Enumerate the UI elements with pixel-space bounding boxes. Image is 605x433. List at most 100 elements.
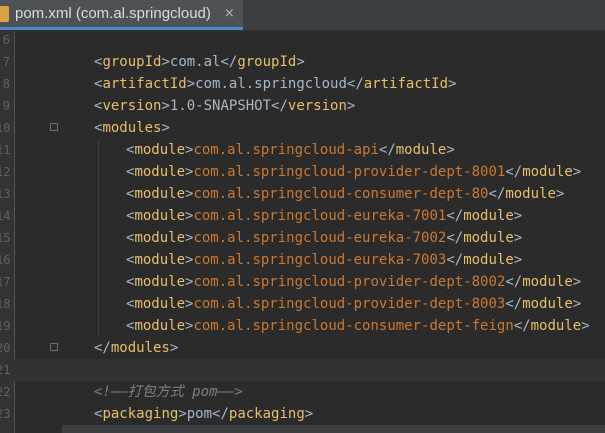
tag-name: module	[530, 318, 582, 334]
tag-name: artifactId	[102, 76, 187, 92]
tag-name: module	[463, 208, 514, 224]
line-number: 13	[0, 187, 11, 201]
line-number: 11	[0, 143, 11, 157]
tag-name: artifactId	[363, 76, 449, 92]
current-line[interactable]: 21	[0, 359, 605, 381]
tag-name: module	[522, 274, 573, 290]
code-line[interactable]: 6	[0, 31, 605, 51]
tag-name: module	[463, 230, 514, 246]
tag-name: groupId	[237, 54, 297, 70]
code-line[interactable]: 13 <module>com.al.springcloud-consumer-d…	[0, 183, 605, 205]
tag-name: module	[134, 252, 186, 268]
xml-element: <packaging>pom</packaging>	[94, 406, 314, 422]
tag-name: module	[134, 230, 186, 246]
tag-value: com.al.springcloud-api	[193, 142, 379, 158]
tag-value: com.al.springcloud-provider-dept-8002	[193, 274, 506, 290]
line-number: 18	[0, 297, 11, 311]
code-line[interactable]: 9 <version>1.0-SNAPSHOT</version>	[0, 95, 605, 117]
code-line[interactable]: 20 </modules>	[0, 337, 605, 359]
line-number: 9	[2, 99, 10, 113]
close-icon[interactable]: ×	[224, 6, 235, 21]
tag-name: packaging	[228, 406, 305, 422]
line-number: 19	[0, 319, 11, 333]
editor-tab-bar: pom.xml (com.al.springcloud) ×	[0, 0, 605, 31]
tag-value: com.al.springcloud-consumer-dept-feign	[193, 318, 514, 334]
xml-element: <module>com.al.springcloud-eureka-7001</…	[126, 208, 523, 224]
xml-element: <module>com.al.springcloud-consumer-dept…	[126, 318, 590, 334]
tag-value: com.al.springcloud-provider-dept-8001	[193, 164, 506, 180]
xml-element: <module>com.al.springcloud-eureka-7003</…	[126, 252, 523, 268]
xml-element: <version>1.0-SNAPSHOT</version>	[94, 98, 356, 114]
code-line[interactable]: 7 <groupId>com.al</groupId>	[0, 51, 605, 73]
line-number: 17	[0, 275, 11, 289]
tag-name: module	[134, 296, 186, 312]
tag-name: module	[522, 164, 573, 180]
tag-name: modules	[110, 340, 170, 356]
fold-marker-icon[interactable]	[50, 123, 58, 131]
code-line[interactable]: 14 <module>com.al.springcloud-eureka-700…	[0, 205, 605, 227]
tag-value: com.al.springcloud-eureka-7002	[193, 230, 447, 246]
xml-element: <module>com.al.springcloud-eureka-7002</…	[126, 230, 523, 246]
xml-comment: <!——打包方式 pom——>	[94, 384, 243, 400]
tag-value: com.al.springcloud-eureka-7001	[193, 208, 447, 224]
tab-pom-xml[interactable]: pom.xml (com.al.springcloud) ×	[0, 0, 243, 30]
xml-close-tag: </modules>	[94, 340, 179, 356]
line-number: 20	[0, 341, 11, 355]
code-editor[interactable]: 6 7 <groupId>com.al</groupId> 8 <artifac…	[0, 31, 605, 433]
code-line[interactable]: 19 <module>com.al.springcloud-consumer-d…	[0, 315, 605, 337]
tag-value: com.al.springcloud	[195, 76, 347, 92]
horizontal-scrollbar[interactable]	[62, 425, 605, 433]
line-number: 6	[2, 33, 10, 47]
code-line[interactable]: 8 <artifactId>com.al.springcloud</artifa…	[0, 73, 605, 95]
line-number: 23	[0, 407, 11, 421]
tag-name: module	[134, 164, 186, 180]
code-line[interactable]: 16 <module>com.al.springcloud-eureka-700…	[0, 249, 605, 271]
line-number: 10	[0, 121, 11, 135]
xml-element: <groupId>com.al</groupId>	[94, 54, 305, 70]
line-number: 22	[0, 385, 11, 399]
line-number: 8	[2, 77, 10, 91]
tag-name: groupId	[102, 54, 162, 70]
xml-element: <module>com.al.springcloud-provider-dept…	[126, 274, 582, 290]
tag-name: modules	[102, 120, 162, 136]
tag-value: com.al	[169, 54, 221, 70]
tag-name: module	[395, 142, 447, 158]
indent-guide	[98, 139, 99, 337]
xml-element: <module>com.al.springcloud-consumer-dept…	[126, 186, 565, 202]
line-number: 16	[0, 253, 11, 267]
tag-name: module	[463, 252, 514, 268]
tag-name: module	[505, 186, 556, 202]
code-line[interactable]: 15 <module>com.al.springcloud-eureka-700…	[0, 227, 605, 249]
tag-name: module	[134, 142, 186, 158]
tag-name: module	[522, 296, 573, 312]
tag-name: module	[134, 208, 186, 224]
tag-name: module	[134, 274, 186, 290]
line-number: 7	[2, 55, 10, 69]
code-line[interactable]: 22 <!——打包方式 pom——>	[0, 381, 605, 403]
tab-label: pom.xml (com.al.springcloud)	[15, 5, 211, 22]
code-line[interactable]: 11 <module>com.al.springcloud-api</modul…	[0, 139, 605, 161]
tag-value: com.al.springcloud-provider-dept-8003	[193, 296, 506, 312]
xml-open-tag: <modules>	[94, 120, 170, 136]
tag-value: com.al.springcloud-eureka-7003	[193, 252, 447, 268]
line-number: 12	[0, 165, 11, 179]
fold-marker-icon[interactable]	[50, 343, 58, 351]
xml-element: <module>com.al.springcloud-provider-dept…	[126, 296, 582, 312]
xml-element: <module>com.al.springcloud-provider-dept…	[126, 164, 582, 180]
xml-element: <artifactId>com.al.springcloud</artifact…	[94, 76, 457, 92]
code-line[interactable]: 12 <module>com.al.springcloud-provider-d…	[0, 161, 605, 183]
maven-file-icon	[0, 5, 9, 22]
tag-name: module	[134, 318, 186, 334]
tag-value: 1.0-SNAPSHOT	[169, 98, 272, 114]
tag-name: packaging	[102, 406, 179, 422]
tag-name: module	[134, 186, 186, 202]
code-line[interactable]: 17 <module>com.al.springcloud-provider-d…	[0, 271, 605, 293]
tag-value: pom	[186, 406, 213, 422]
code-line[interactable]: 18 <module>com.al.springcloud-provider-d…	[0, 293, 605, 315]
line-number: 14	[0, 209, 11, 223]
line-number: 15	[0, 231, 11, 245]
code-line[interactable]: 10 <modules>	[0, 117, 605, 139]
code-line[interactable]: 23 <packaging>pom</packaging>	[0, 403, 605, 425]
xml-element: <module>com.al.springcloud-api</module>	[126, 142, 455, 158]
tag-value: com.al.springcloud-consumer-dept-80	[193, 186, 489, 202]
